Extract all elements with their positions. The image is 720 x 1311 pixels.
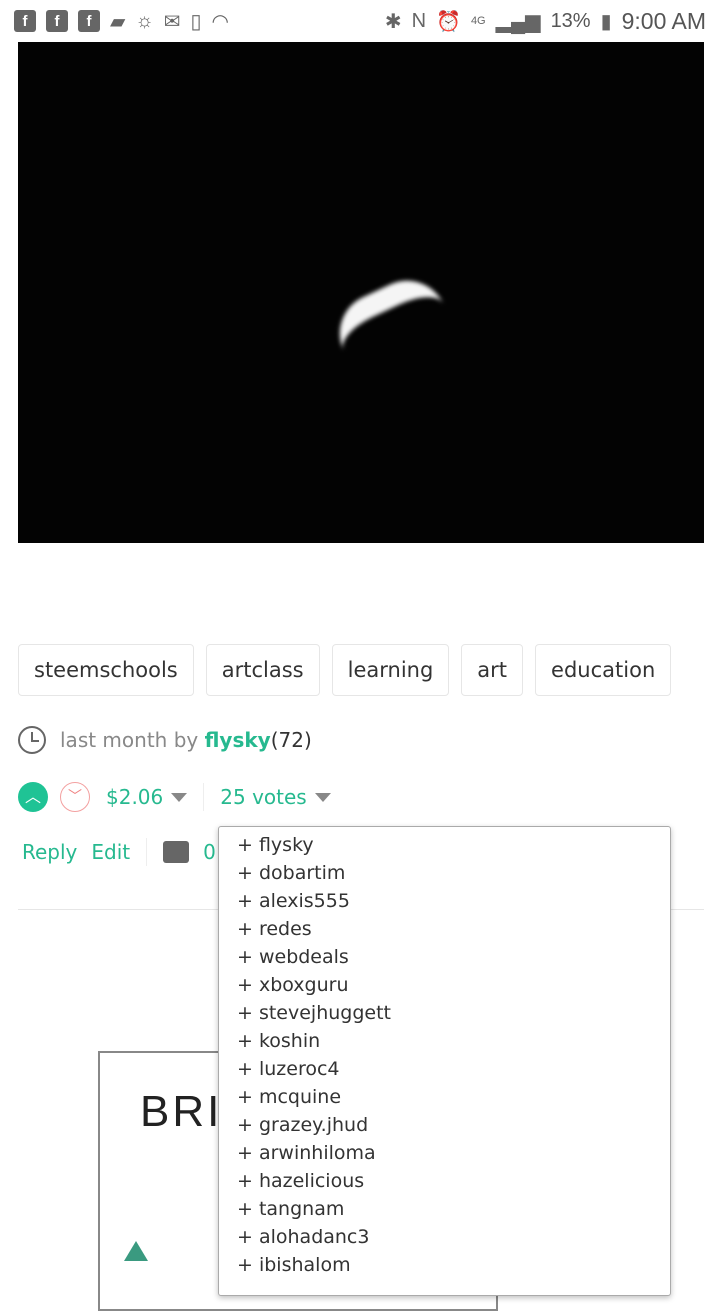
tag-learning[interactable]: learning [331, 644, 450, 696]
voter-item[interactable]: + ibishalom [237, 1251, 670, 1279]
comments-count[interactable]: 0 [203, 840, 216, 864]
voter-item[interactable]: + webdeals [237, 943, 670, 971]
bluetooth-icon: ✱ [384, 10, 402, 33]
battery-percent: 13% [550, 9, 591, 32]
facebook-icon: f [78, 10, 100, 32]
4g-lte-icon: 4G [470, 15, 486, 27]
voter-item[interactable]: + redes [237, 915, 670, 943]
facebook-icon: f [14, 10, 36, 32]
author-link[interactable]: flysky [205, 728, 271, 752]
comments-icon[interactable] [163, 841, 190, 863]
edit-link[interactable]: Edit [91, 840, 130, 864]
nfc-icon: N [411, 9, 427, 32]
weather-icon: ☼ [135, 9, 154, 32]
tag-steemschools[interactable]: steemschools [18, 644, 194, 696]
voter-item[interactable]: + tangnam [237, 1195, 670, 1223]
voter-item[interactable]: + xboxguru [237, 971, 670, 999]
gmail-icon: ✉ [163, 10, 181, 33]
voter-item[interactable]: + alohadanc3 [237, 1223, 670, 1251]
battery-icon: ▮ [600, 10, 612, 33]
voter-item[interactable]: + arwinhiloma [237, 1139, 670, 1167]
voter-item[interactable]: + koshin [237, 1027, 670, 1055]
wifi-question-icon: ◠ [211, 10, 229, 33]
tag-art[interactable]: art [461, 644, 524, 696]
message-icon: ▰ [110, 10, 126, 33]
post-image [18, 42, 704, 543]
facebook-icon: f [46, 10, 68, 32]
voter-item[interactable]: + flysky [237, 831, 670, 859]
post-meta: last month by flysky(72) [18, 726, 312, 754]
triangle-icon [124, 1241, 148, 1261]
alarm-icon: ⏰ [436, 10, 461, 33]
voter-item[interactable]: + dobartim [237, 859, 670, 887]
caret-down-icon[interactable] [171, 792, 188, 802]
upvote-button[interactable]: ︿ [18, 782, 48, 812]
voters-dropdown: + flysky + dobartim + alexis555 + redes + we… [218, 826, 671, 1296]
caret-down-icon[interactable] [314, 792, 331, 802]
post-actions: Reply Edit 0 [22, 838, 216, 866]
clock-time: 9:00 AM [621, 7, 706, 34]
card-title: BRI [140, 1087, 223, 1136]
tag-artclass[interactable]: artclass [205, 644, 320, 696]
voter-item[interactable]: + alexis555 [237, 887, 670, 915]
screen-clock-icon: ▯ [190, 10, 202, 33]
voting-bar: ︿ ﹀ $2.06 25 votes [18, 782, 331, 812]
author-reputation: (72) [270, 728, 312, 752]
voter-item[interactable]: + grazey.jhud [237, 1111, 670, 1139]
clock-icon [18, 726, 46, 754]
status-bar: f f f ▰ ☼ ✉ ▯ ◠ ✱ N ⏰ 4G ▂▄▆ 13% ▮ 9:00 … [0, 0, 720, 42]
downvote-button[interactable]: ﹀ [60, 782, 90, 812]
signal-icon: ▂▄▆ [495, 10, 541, 33]
tag-list: steemschools artclass learning art educa… [18, 644, 672, 696]
votes-count[interactable]: 25 votes [220, 785, 306, 809]
voter-item[interactable]: + luzeroc4 [237, 1055, 670, 1083]
voter-item[interactable]: + mcquine [237, 1083, 670, 1111]
voter-item[interactable]: + stevejhuggett [237, 999, 670, 1027]
payout-value[interactable]: $2.06 [106, 785, 163, 809]
voter-item[interactable]: + hazelicious [237, 1167, 670, 1195]
post-time: last month by [60, 728, 199, 752]
tag-education[interactable]: education [535, 644, 672, 696]
reply-link[interactable]: Reply [22, 840, 77, 864]
